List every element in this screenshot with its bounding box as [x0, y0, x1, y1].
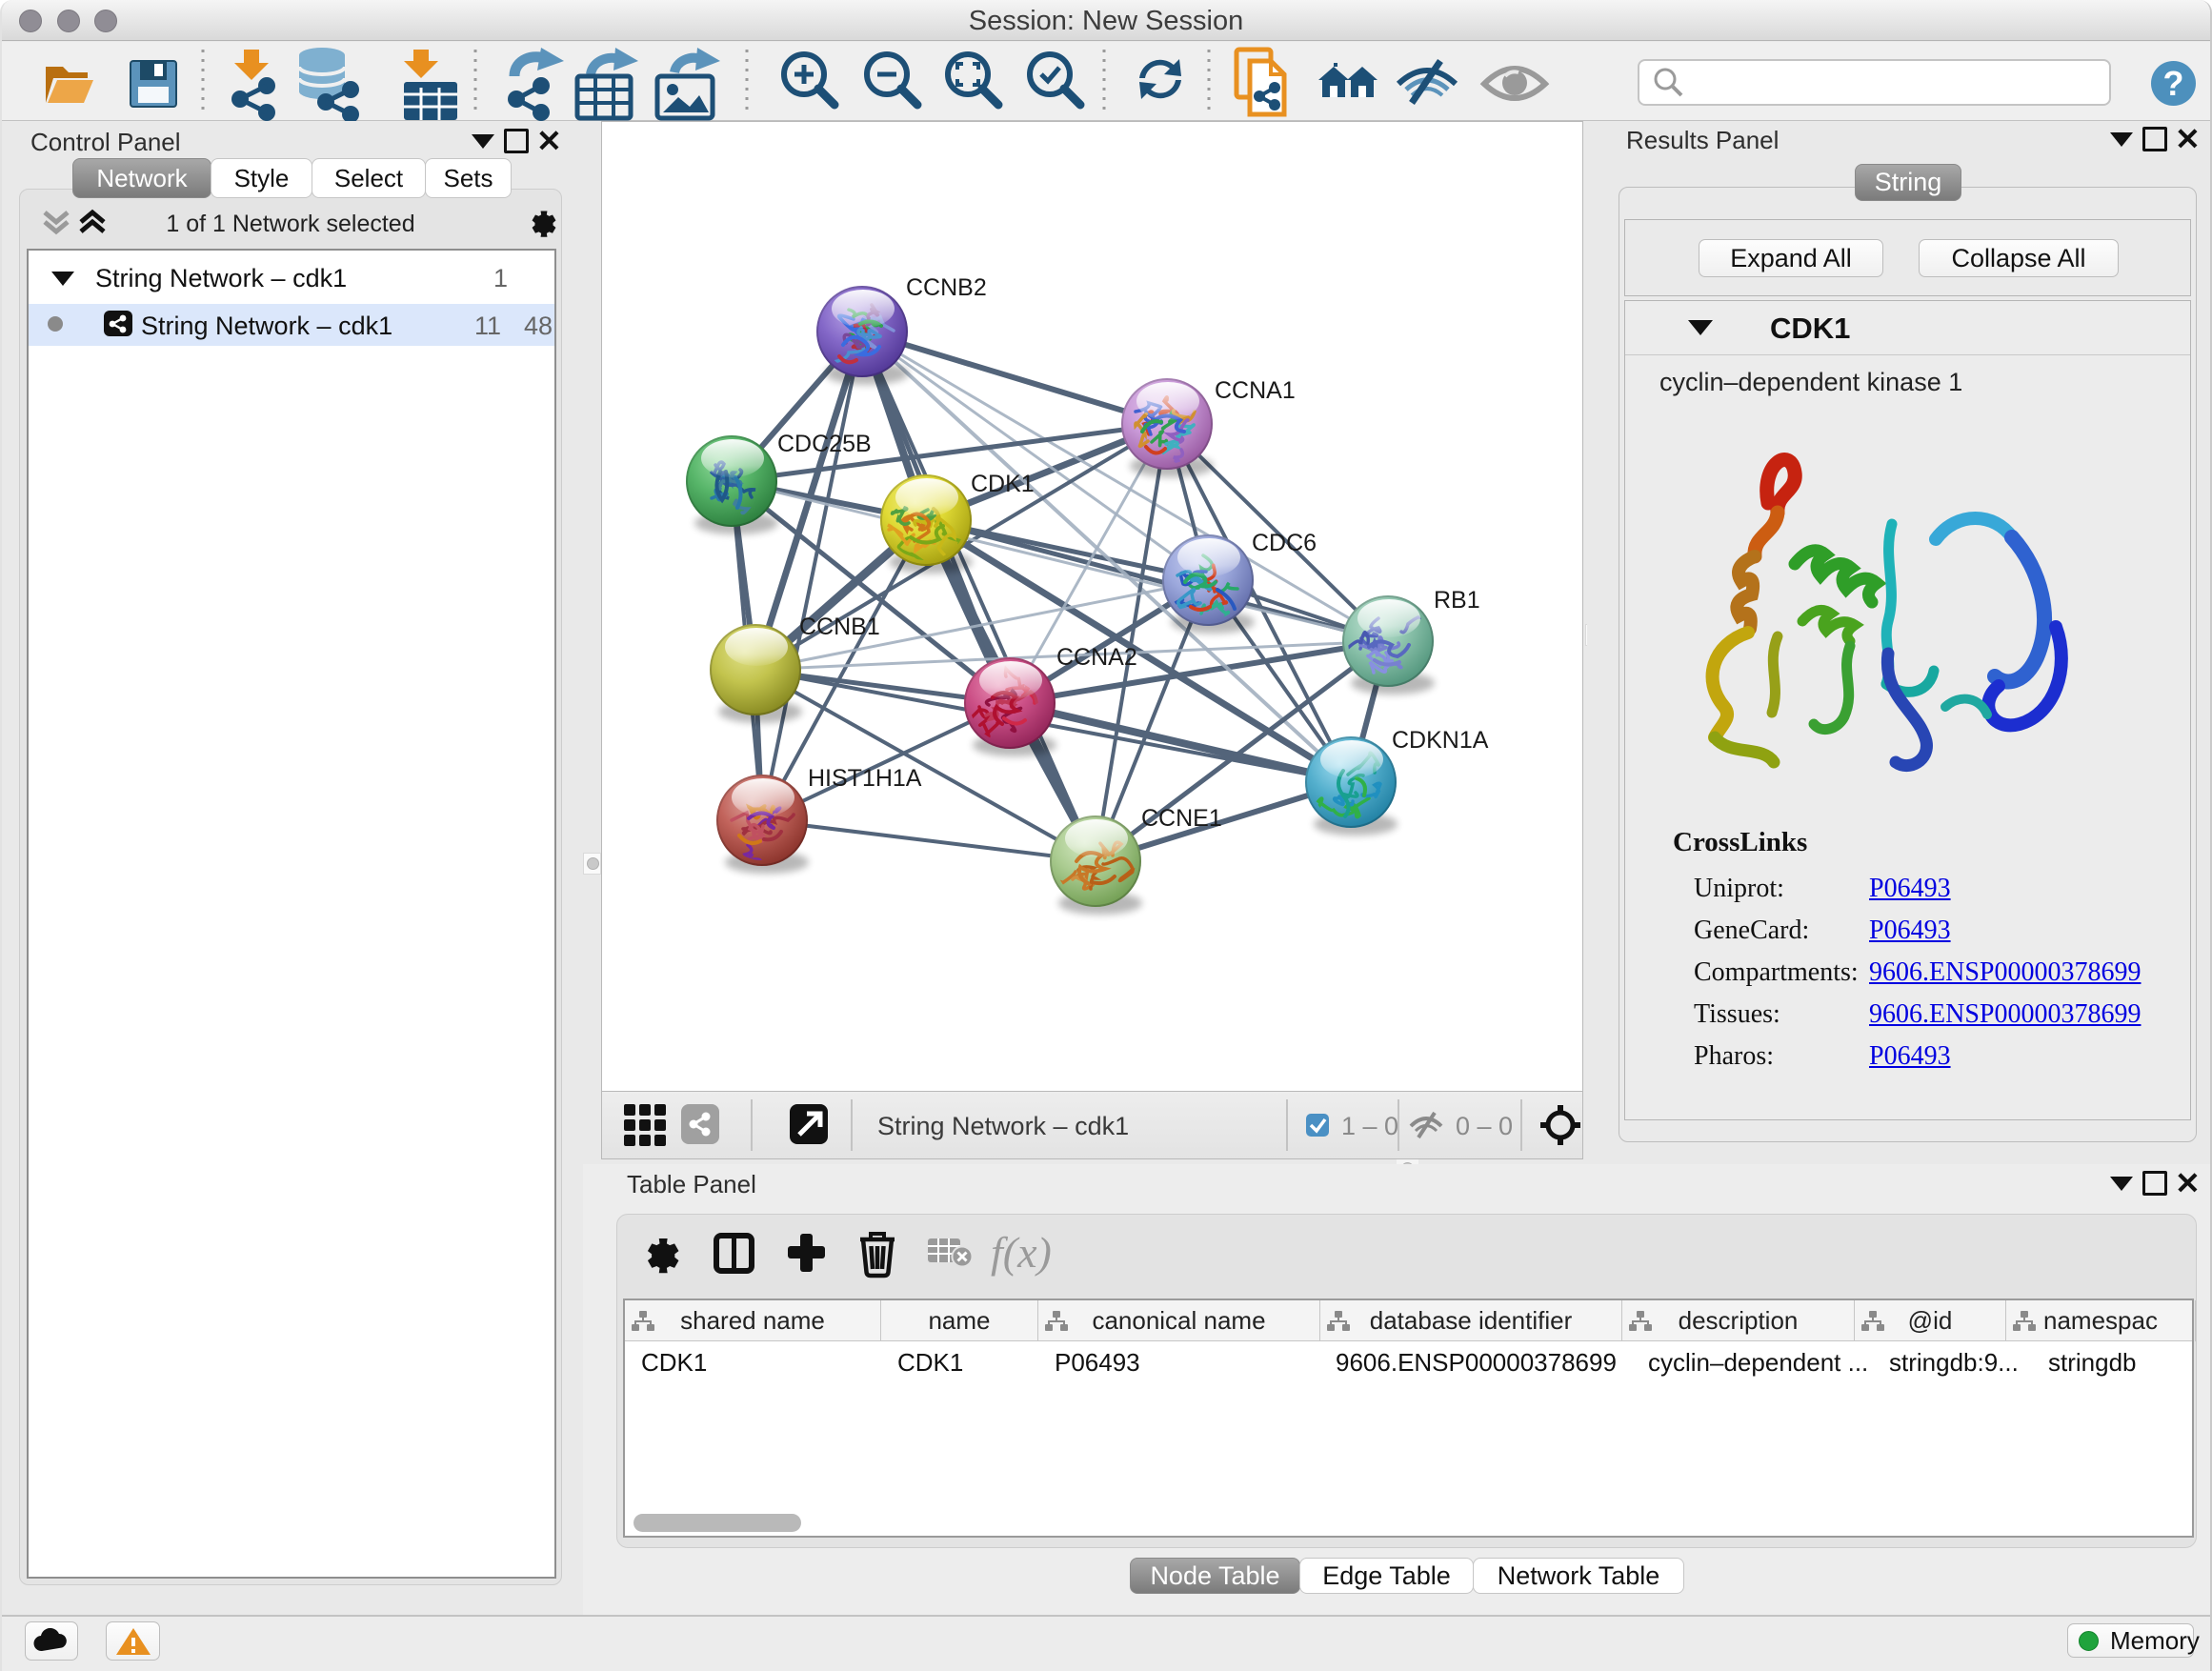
svg-text:0 – 0: 0 – 0	[1456, 1112, 1513, 1140]
svg-text:CDC6: CDC6	[1252, 530, 1317, 556]
svg-text:CDKN1A: CDKN1A	[1392, 727, 1489, 754]
svg-text:CDK1: CDK1	[971, 471, 1035, 497]
svg-text:String Network – cdk1: String Network – cdk1	[877, 1112, 1129, 1140]
svg-text:CCNA1: CCNA1	[1215, 377, 1296, 404]
svg-text:CCNB1: CCNB1	[799, 614, 880, 640]
svg-text:1 – 0: 1 – 0	[1341, 1112, 1398, 1140]
svg-text:CCNA2: CCNA2	[1056, 644, 1137, 671]
svg-text:CCNB2: CCNB2	[906, 274, 987, 301]
svg-text:f(x): f(x)	[991, 1228, 1052, 1277]
svg-text:CDC25B: CDC25B	[777, 431, 872, 457]
svg-text:CCNE1: CCNE1	[1141, 805, 1222, 832]
svg-text:HIST1H1A: HIST1H1A	[808, 765, 922, 792]
svg-text:RB1: RB1	[1434, 587, 1480, 614]
